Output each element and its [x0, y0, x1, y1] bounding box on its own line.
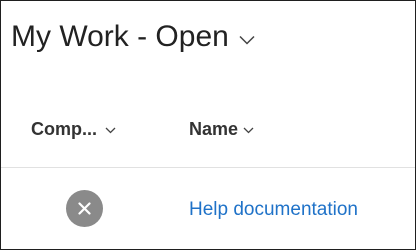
table-row[interactable]: Help documentation — [1, 168, 415, 249]
chevron-down-icon — [239, 35, 255, 45]
column-header-name[interactable]: Name — [189, 119, 254, 140]
column-header-completed[interactable]: Comp... — [31, 119, 116, 140]
item-name-link[interactable]: Help documentation — [189, 199, 358, 221]
work-list-panel: My Work - Open Comp... Name Help documen… — [0, 0, 416, 250]
column-header-row: Comp... Name — [1, 113, 415, 153]
view-selector[interactable]: My Work - Open — [11, 20, 255, 54]
view-title: My Work - Open — [11, 20, 229, 53]
column-header-label: Comp... — [31, 119, 97, 139]
close-circle-icon[interactable] — [66, 190, 103, 227]
chevron-down-icon — [105, 127, 116, 134]
column-header-label: Name — [189, 119, 239, 139]
chevron-down-icon — [243, 127, 254, 134]
